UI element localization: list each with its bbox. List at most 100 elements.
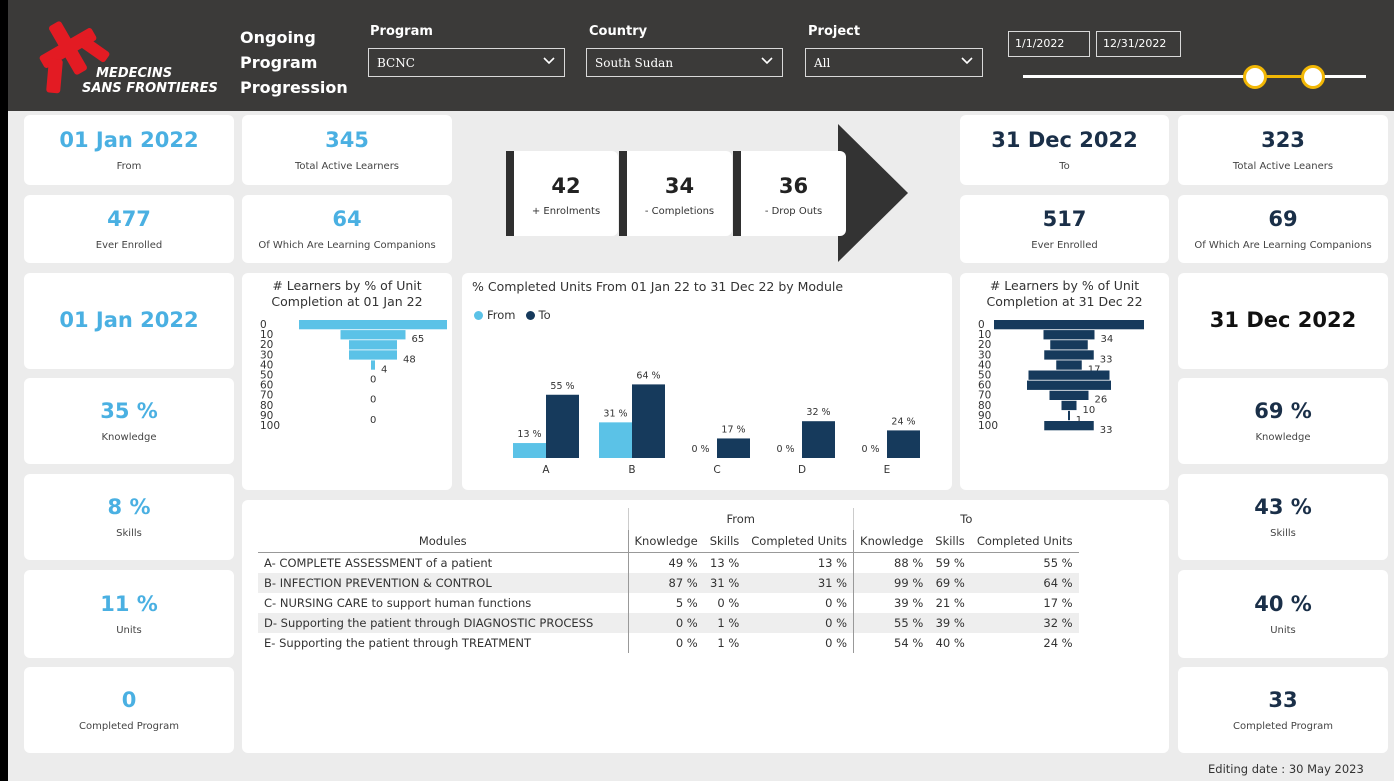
kpi-units-to: 40 % Units <box>1178 570 1388 658</box>
kpi-from-date: 01 Jan 2022 From <box>24 115 234 185</box>
flow-arrow-icon <box>838 124 908 262</box>
table-cell: 0 % <box>717 596 740 610</box>
bar <box>632 384 665 458</box>
tick-label: C <box>713 464 720 476</box>
kpi-completed-program-to: 33 Completed Program <box>1178 667 1388 753</box>
bar <box>1049 390 1089 400</box>
data-label: 65 <box>412 334 425 345</box>
chart-learners-from: # Learners by % of Unit Completion at 01… <box>242 273 452 490</box>
bar <box>599 422 632 458</box>
data-label: 48 <box>403 354 416 365</box>
chart-learners-to: # Learners by % of Unit Completion at 31… <box>960 273 1169 490</box>
data-label: 64 % <box>636 370 660 381</box>
data-label: 17 % <box>721 424 745 435</box>
kpi-learning-companions-to: 69 Of Which Are Learning Companions <box>1178 195 1388 263</box>
chevron-down-icon <box>543 57 555 65</box>
bar <box>802 421 835 458</box>
data-label: 31 % <box>603 408 627 419</box>
kpi-ever-enrolled: 477 Ever Enrolled <box>24 195 234 263</box>
date-from-input[interactable]: 1/1/2022 <box>1008 31 1090 57</box>
table-cell: 0 % <box>627 633 704 653</box>
slider-handle-end[interactable] <box>1301 65 1325 89</box>
table-cell: 99 % <box>853 573 930 593</box>
tick-label: 100 <box>978 420 998 432</box>
table-row[interactable]: E- Supporting the patient through TREATM… <box>258 633 1079 653</box>
table-row[interactable]: A- COMPLETE ASSESSMENT of a patient 49 % 1… <box>258 552 1079 573</box>
program-dropdown[interactable]: BCNC <box>368 48 565 77</box>
kpi-value: 31 Dec 2022 <box>1209 308 1357 333</box>
table-cell: 49 % <box>627 552 704 573</box>
kpi-skills-to: 43 % Skills <box>1178 474 1388 560</box>
table-cell: 0 % <box>825 636 848 650</box>
bar <box>887 430 920 458</box>
table-cell: 59 % <box>935 556 965 570</box>
tick-label: 100 <box>260 420 280 432</box>
kpi-total-active-leaners: 323 Total Active Leaners <box>1178 115 1388 185</box>
chart-learners-to-plot: 010 342030 3340 17506070 2680 1090 1100 33 <box>978 319 1144 436</box>
column-header[interactable]: Knowledge <box>627 530 704 553</box>
editing-date: Editing date : 30 May 2023 <box>1208 762 1364 776</box>
chart-title: % Completed Units From 01 Jan 22 to 31 D… <box>472 279 844 294</box>
kpi-total-active-learners: 345 Total Active Learners <box>242 115 452 185</box>
bar <box>1028 370 1110 380</box>
table-cell: 0 % <box>825 596 848 610</box>
project-label: Project <box>808 24 861 39</box>
kpi-value: 31 Dec 2022 <box>991 127 1138 152</box>
column-header[interactable]: Skills <box>929 530 971 553</box>
kpi-value: 35 % <box>100 398 158 423</box>
kpi-units-from: 11 % Units <box>24 570 234 658</box>
table-row[interactable]: D- Supporting the patient through DIAGNO… <box>258 613 1079 633</box>
kpi-value: 64 <box>332 206 362 231</box>
chart-legend: From To <box>474 308 551 322</box>
bar <box>1056 360 1082 370</box>
table-body: A- COMPLETE ASSESSMENT of a patient 49 % 1… <box>258 552 1079 653</box>
column-header[interactable]: Completed Units <box>745 530 854 553</box>
data-label: 10 <box>1083 405 1096 416</box>
flow-drop-outs: 36 - Drop Outs <box>733 151 846 236</box>
bar <box>349 340 397 350</box>
kpi-label: Units <box>116 625 142 637</box>
country-value: South Sudan <box>595 56 674 70</box>
slider-handle-start[interactable] <box>1243 65 1267 89</box>
kpi-label: Units <box>1270 625 1296 637</box>
country-dropdown[interactable]: South Sudan <box>586 48 783 77</box>
table-row[interactable]: C- NURSING CARE to support human functio… <box>258 593 1079 613</box>
kpi-label: Completed Program <box>79 721 179 733</box>
bar <box>299 320 447 330</box>
table-cell: 31 % <box>817 576 848 590</box>
bar <box>1044 350 1094 360</box>
column-header[interactable]: Completed Units <box>970 530 1079 553</box>
table-cell: 64 % <box>1043 576 1073 590</box>
date-range-slider[interactable] <box>1013 62 1366 92</box>
column-header[interactable]: Skills <box>703 530 746 553</box>
kpi-skills-from: 8 % Skills <box>24 474 234 560</box>
chart-learners-from-plot: 010 652030 4840 450 06070 08090 0100 <box>260 319 447 432</box>
flow-value: 34 <box>664 174 695 198</box>
table-row[interactable]: B- INFECTION PREVENTION & CONTROL 87 % 31 … <box>258 573 1079 593</box>
data-label: 0 <box>370 375 376 386</box>
date-to-input[interactable]: 12/31/2022 <box>1096 31 1181 57</box>
kpi-label: From <box>116 161 142 173</box>
column-header[interactable]: Modules <box>258 530 628 553</box>
bar <box>1027 380 1111 390</box>
table-cell: 40 % <box>935 636 965 650</box>
kpi-to-date-2: 31 Dec 2022 <box>1178 273 1388 369</box>
legend-from-label: From <box>487 308 516 322</box>
bar <box>1043 330 1095 340</box>
column-header[interactable]: Knowledge <box>853 530 930 553</box>
tick-label: D <box>798 464 806 476</box>
table-cell: 21 % <box>935 596 965 610</box>
flow-enrolments: 42 + Enrolments <box>506 151 618 236</box>
kpi-value: 8 % <box>107 494 151 519</box>
chart-title: # Learners by % of Unit Completion at 01… <box>271 278 423 309</box>
kpi-value: 69 <box>1268 206 1298 231</box>
program-label: Program <box>370 24 433 39</box>
modules-table-card: From To Modules Knowledge Skills Completed … <box>242 500 1169 753</box>
table-cell: B- INFECTION PREVENTION & CONTROL <box>264 576 492 590</box>
kpi-knowledge-to: 69 % Knowledge <box>1178 378 1388 464</box>
table-cell: 69 % <box>935 576 965 590</box>
legend-from-swatch <box>474 310 483 320</box>
table-cell: 1 % <box>717 636 740 650</box>
project-dropdown[interactable]: All <box>805 48 983 77</box>
flow-value: 36 <box>778 174 809 198</box>
